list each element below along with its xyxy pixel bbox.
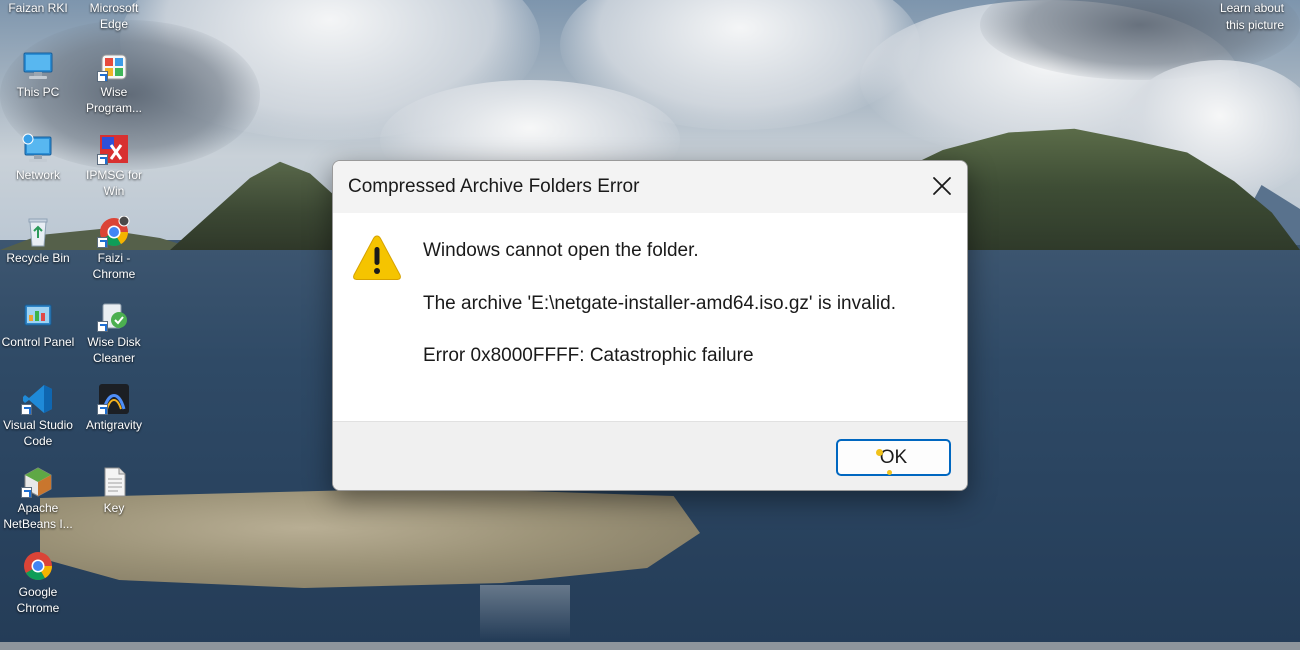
ipmsg-icon [97,133,131,165]
close-button[interactable] [917,161,967,211]
dialog-titlebar[interactable]: Compressed Archive Folders Error [333,161,967,213]
learn-about-this-picture[interactable]: Learn about this picture [1204,0,1284,34]
recycle-bin-icon [21,216,55,248]
desktop-icon-this-pc[interactable]: This PC [0,50,76,100]
dialog-body: Windows cannot open the folder. The arch… [333,213,967,421]
chrome-icon [21,550,55,582]
control-panel-icon [21,300,55,332]
desktop-icon-key[interactable]: Key [76,466,152,516]
wallpaper-reflection [480,585,570,640]
desktop-icon-label: Network [15,168,60,182]
desktop-icon-label: Wise Program... [85,85,142,115]
desktop-icon-label: Key [103,501,125,515]
desktop-icon-recycle-bin[interactable]: Recycle Bin [0,216,76,266]
wise-program-uninstaller-icon [97,50,131,82]
vscode-icon [21,383,55,415]
desktop-icon-apache-netbeans[interactable]: Apache NetBeans I... [0,466,76,532]
dialog-title: Compressed Archive Folders Error [348,176,640,197]
taskbar-edge [0,642,1300,650]
dialog-message: Windows cannot open the folder. [423,240,699,261]
shortcut-arrow-icon [21,487,32,498]
shortcut-arrow-icon [21,404,32,415]
desktop-icon-network[interactable]: Network [0,133,76,183]
ok-button[interactable]: OK [836,439,951,476]
desktop-icon-label: Microsoft Edge [89,1,139,31]
shortcut-arrow-icon [97,154,108,165]
desktop-icon-label: Antigravity [85,418,143,432]
desktop-icon-control-panel[interactable]: Control Panel [0,300,76,350]
desktop-icon-label: Visual Studio Code [3,418,73,448]
chrome-profile-icon [97,215,131,248]
desktop-icon-label: Faizi - Chrome [92,251,136,281]
shortcut-arrow-icon [97,321,108,332]
desktop-icon-antigravity[interactable]: Antigravity [76,383,152,433]
desktop-icon-google-chrome[interactable]: Google Chrome [0,550,76,616]
desktop-icon-label: IPMSG for Win [85,168,142,198]
dialog-footer: OK [333,421,967,490]
desktop-icon-label: Recycle Bin [6,251,70,265]
shortcut-arrow-icon [97,71,108,82]
this-pc-icon [21,50,55,82]
desktop-icon-wise-disk-cleaner[interactable]: Wise Disk Cleaner [76,300,152,366]
warning-icon [353,235,401,280]
antigravity-icon [97,383,131,415]
error-dialog: Compressed Archive Folders Error Windows… [332,160,968,491]
desktop-icon-ipmsg[interactable]: IPMSG for Win [76,133,152,199]
dialog-detail: The archive 'E:\netgate-installer-amd64.… [423,293,896,314]
desktop-icon-faizi-chrome[interactable]: Faizi - Chrome [76,215,152,282]
focus-indicator-dot [887,470,892,475]
text-file-icon [97,466,131,498]
netbeans-icon [21,466,55,498]
desktop-icon-label: Google Chrome [16,585,60,615]
desktop-icon-label: Wise Disk Cleaner [87,335,141,365]
desktop-icon-label: Apache NetBeans I... [3,501,73,531]
wise-disk-cleaner-icon [97,300,131,332]
desktop-icon-visual-studio-code[interactable]: Visual Studio Code [0,383,76,449]
learn-about-label: Learn about this picture [1219,1,1284,32]
desktop-icon-label: Faizan RKI [8,1,68,15]
shortcut-arrow-icon [97,237,108,248]
desktop-icon-wise-program[interactable]: Wise Program... [76,50,152,116]
network-icon [21,133,55,165]
shortcut-arrow-icon [97,404,108,415]
dialog-error-code: Error 0x8000FFFF: Catastrophic failure [423,345,754,366]
focus-indicator-dot [876,449,883,456]
desktop-icon-microsoft-edge[interactable]: Microsoft Edge [76,0,152,32]
desktop-icon-user-folder[interactable]: Faizan RKI [0,0,76,16]
desktop-icon-label: Control Panel [1,335,75,349]
close-icon [933,177,951,195]
desktop-icon-label: This PC [16,85,60,99]
